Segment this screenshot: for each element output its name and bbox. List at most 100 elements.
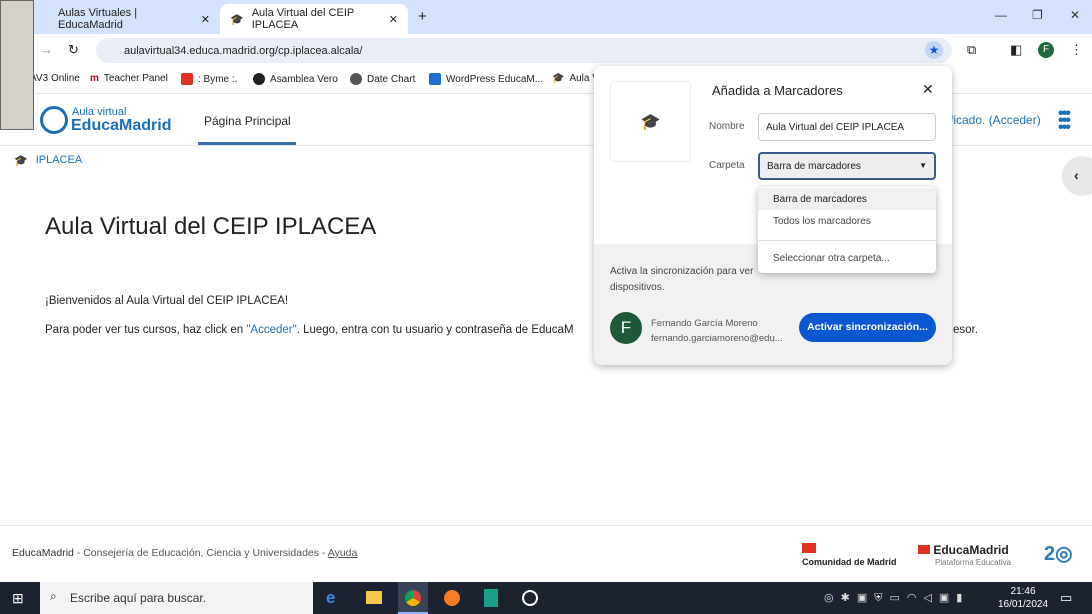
time: 21:46 bbox=[1010, 586, 1036, 597]
user-avatar: F bbox=[610, 312, 642, 344]
bookmark-item[interactable]: : Byme :. bbox=[181, 73, 237, 85]
footer-org: EducaMadrid bbox=[12, 547, 74, 559]
mortarboard-icon: 🎓 bbox=[14, 155, 28, 167]
close-window-button[interactable]: ✕ bbox=[1070, 8, 1080, 22]
url-text: aulavirtual34.educa.madrid.org/cp.iplace… bbox=[124, 44, 363, 57]
name-value: Aula Virtual del CEIP IPLACEA bbox=[766, 122, 905, 133]
comunidad-logo[interactable]: Comunidad de Madrid bbox=[802, 557, 897, 567]
close-dialog-button[interactable]: ✕ bbox=[922, 81, 934, 98]
logo-subtitle: Plataforma Educativa bbox=[935, 558, 1012, 567]
nav-pagina-principal[interactable]: Página Principal bbox=[198, 95, 296, 145]
file-explorer-icon[interactable] bbox=[366, 591, 382, 604]
mortarboard-icon: 🎓 bbox=[230, 13, 244, 26]
close-tab-icon[interactable]: ✕ bbox=[201, 13, 210, 26]
windows-start-icon[interactable]: ⊞ bbox=[12, 590, 24, 607]
user-info: Fernando García Moreno fernando.garciamor… bbox=[651, 316, 783, 346]
bookmark-star-icon[interactable]: ★ bbox=[925, 41, 943, 59]
folder-value: Barra de marcadores bbox=[767, 161, 861, 172]
dropdown-arrow-icon: ▼ bbox=[919, 161, 927, 170]
close-tab-icon[interactable]: ✕ bbox=[389, 13, 398, 26]
tab-aulas-virtuales[interactable]: Aulas Virtuales | EducaMadrid ✕ bbox=[48, 4, 220, 34]
restore-button[interactable]: ❐ bbox=[1032, 8, 1043, 22]
breadcrumb-label: IPLACEA bbox=[35, 154, 83, 166]
favicon-preview: 🎓 bbox=[610, 81, 691, 162]
anniversary-20-logo: 2◎ bbox=[1044, 543, 1073, 565]
educamadrid-logo-icon bbox=[40, 106, 68, 134]
folder-label: Carpeta bbox=[709, 160, 745, 171]
clock[interactable]: 21:46 16/01/2024 bbox=[998, 585, 1048, 611]
welcome-text: ¡Bienvenidos al Aula Virtual del CEIP IP… bbox=[45, 295, 289, 307]
comunidad-flag-icon bbox=[802, 543, 816, 553]
educamadrid-footer-logo[interactable]: EducaMadrid bbox=[918, 543, 1009, 557]
bookmark-item[interactable]: 🎓 Aula V bbox=[552, 73, 599, 84]
firefox-icon[interactable] bbox=[444, 590, 460, 606]
mortarboard-icon: 🎓 bbox=[552, 73, 565, 84]
bookmark-item[interactable]: m Teacher Panel bbox=[90, 73, 168, 84]
menu-icon[interactable]: ⋮ bbox=[1070, 42, 1083, 58]
sync-line: dispositivos. bbox=[610, 282, 665, 293]
instructions-text: Para poder ver tus cursos, haz click en … bbox=[45, 324, 574, 336]
option-otra-carpeta[interactable]: Seleccionar otra carpeta... bbox=[758, 240, 936, 276]
help-icon bbox=[429, 73, 441, 85]
logo-text[interactable]: EducaMadrid bbox=[71, 117, 171, 135]
sync-line: Activa la sincronización para ver bbox=[610, 266, 754, 277]
help-link[interactable]: Ayuda bbox=[328, 547, 358, 559]
dialog-title: Añadida a Marcadores bbox=[712, 83, 843, 98]
bookmark-label: : Byme :. bbox=[198, 73, 238, 85]
name-label: Nombre bbox=[709, 121, 745, 132]
extensions-icon[interactable]: ⧉ bbox=[967, 42, 976, 58]
footer-desc: - Consejería de Educación, Ciencia y Uni… bbox=[73, 547, 328, 559]
bookmark-label: Teacher Panel bbox=[103, 73, 168, 84]
byme-icon bbox=[181, 73, 193, 85]
tab-label: Aulas Virtuales | EducaMadrid bbox=[58, 7, 138, 31]
bookmark-item[interactable]: AV3 Online bbox=[30, 73, 80, 84]
footer-text: EducaMadrid - Consejería de Educación, C… bbox=[12, 547, 357, 559]
bookmark-item[interactable]: Date Chart bbox=[350, 73, 415, 85]
option-barra-marcadores[interactable]: Barra de marcadores bbox=[758, 188, 936, 210]
app-icon[interactable] bbox=[484, 589, 498, 607]
g-icon bbox=[253, 73, 265, 85]
teacher-panel-icon: m bbox=[90, 73, 99, 84]
notifications-icon[interactable]: ▭ bbox=[1060, 590, 1072, 606]
new-tab-button[interactable]: + bbox=[418, 8, 427, 25]
search-placeholder: Escribe aquí para buscar. bbox=[70, 591, 207, 605]
activate-sync-button[interactable]: Activar sincronización... bbox=[799, 313, 936, 342]
globe-icon bbox=[350, 73, 362, 85]
folder-select[interactable]: Barra de marcadores ▼ bbox=[758, 152, 936, 180]
acceder-link[interactable]: "Acceder" bbox=[246, 324, 296, 336]
forward-button[interactable]: → bbox=[40, 42, 53, 57]
name-input[interactable]: Aula Virtual del CEIP IPLACEA bbox=[758, 113, 936, 141]
breadcrumb[interactable]: 🎓 IPLACEA bbox=[14, 154, 82, 167]
edge-icon[interactable]: e bbox=[326, 588, 335, 608]
sync-text: Activa la sincronización para ver disposi… bbox=[610, 264, 753, 296]
user-email: fernando.garciamoreno@edu... bbox=[651, 333, 783, 344]
instr-text: . Luego, entra con tu usuario y contrase… bbox=[296, 324, 574, 336]
taskbar-search[interactable]: ⌕ Escribe aquí para buscar. bbox=[40, 582, 313, 614]
instr-text-end: esor. bbox=[953, 324, 978, 336]
reload-button[interactable]: ↻ bbox=[68, 42, 79, 58]
bookmark-item[interactable]: Asamblea Vero bbox=[253, 73, 338, 85]
system-tray-icons[interactable]: ◎✱▣⛨▭◠◁▣▮ bbox=[824, 591, 969, 605]
bookmark-item[interactable]: WordPress EducaM... bbox=[429, 73, 543, 85]
obs-icon[interactable] bbox=[522, 590, 538, 606]
drawer-toggle-button[interactable]: ‹ bbox=[1062, 156, 1092, 196]
folder-dropdown-menu: Barra de marcadores Todos los marcadores… bbox=[758, 187, 936, 273]
tab-aula-virtual-iplacea[interactable]: 🎓 Aula Virtual del CEIP IPLACEA ✕ bbox=[220, 4, 408, 34]
page-title: Aula Virtual del CEIP IPLACEA bbox=[45, 213, 377, 240]
tab-label: Aula Virtual del CEIP IPLACEA bbox=[251, 7, 355, 31]
search-icon: ⌕ bbox=[50, 589, 57, 603]
minimize-button[interactable]: — bbox=[995, 8, 1007, 22]
address-bar[interactable]: aulavirtual34.educa.madrid.org/cp.iplace… bbox=[96, 38, 952, 63]
bookmark-label: Asamblea Vero bbox=[270, 73, 338, 85]
profile-avatar[interactable]: F bbox=[1038, 42, 1054, 58]
apps-grid-icon[interactable]: ••• ••• ••• bbox=[1058, 106, 1071, 136]
chrome-taskbar-icon[interactable] bbox=[398, 582, 428, 614]
flag-icon bbox=[918, 545, 930, 554]
side-panel-icon[interactable]: ◧ bbox=[1010, 42, 1022, 58]
user-name: Fernando García Moreno bbox=[651, 318, 758, 329]
bookmark-label: AV3 Online bbox=[30, 73, 80, 84]
option-todos-marcadores[interactable]: Todos los marcadores bbox=[758, 210, 936, 234]
date: 16/01/2024 bbox=[998, 599, 1049, 610]
login-link[interactable]: ficado. (Acceder) bbox=[950, 113, 1041, 127]
bookmark-label: Date Chart bbox=[367, 73, 416, 85]
